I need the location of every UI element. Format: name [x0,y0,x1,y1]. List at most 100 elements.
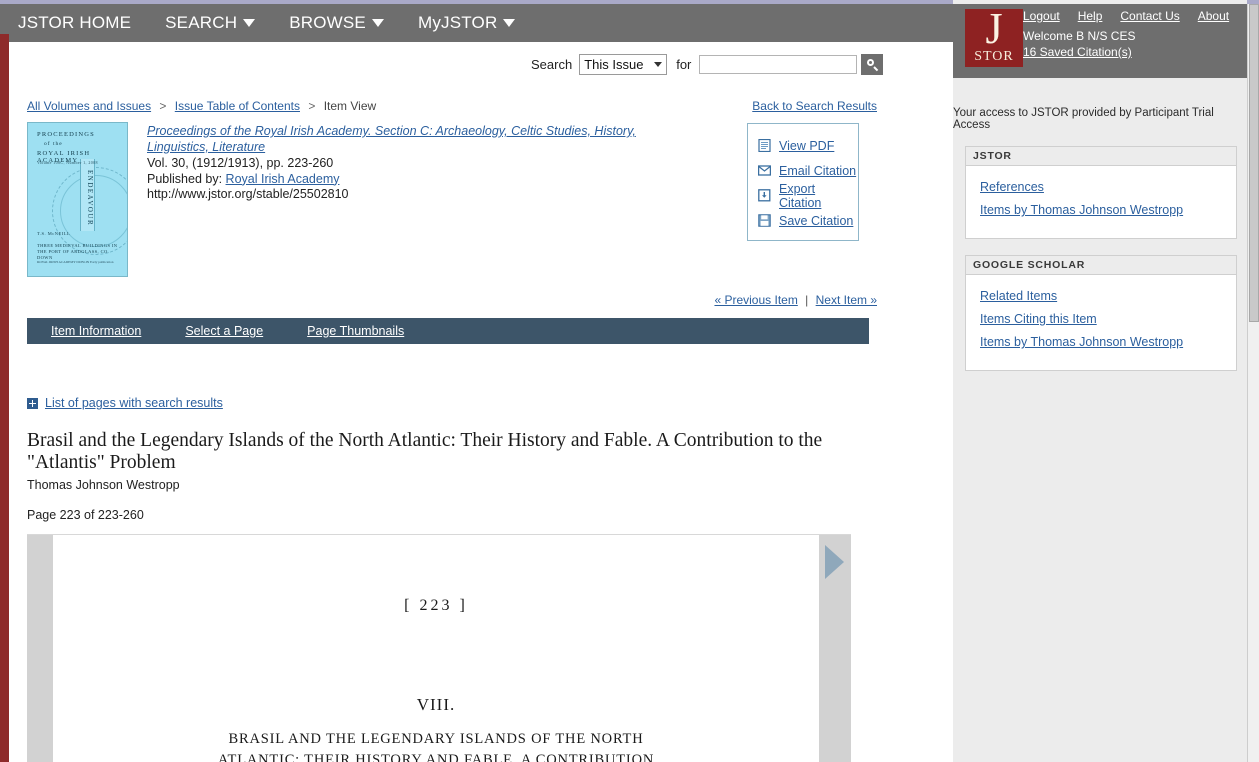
breadcrumb-issue-toc-link[interactable]: Issue Table of Contents [175,99,300,113]
citation-volume-line: Vol. 30, (1912/1913), pp. 223-260 [147,156,334,170]
search-submit-button[interactable] [861,54,884,75]
item-tab-bar: Item Information Select a Page Page Thum… [27,318,869,344]
published-by-label: Published by: [147,171,223,186]
items-citing-this-item-link[interactable]: Items Citing this Item [980,312,1236,326]
jstor-logo[interactable]: J STOR [965,9,1023,67]
panel-google-scholar: GOOGLE SCHOLAR Related Items Items Citin… [965,255,1237,371]
viewer-right-gutter [819,535,851,762]
breadcrumb-separator: > [308,99,316,113]
nav-item-myjstor[interactable]: MyJSTOR [417,13,516,33]
scanned-page-image: [ 223 ] VIII. BRASIL AND THE LEGENDARY I… [53,535,819,762]
related-items-link[interactable]: Related Items [980,289,1236,303]
gs-items-by-author-link[interactable]: Items by Thomas Johnson Westropp [980,335,1236,349]
saved-citations-row: 16 Saved Citation(s) [1023,45,1132,59]
view-pdf-action[interactable]: View PDF [758,133,858,158]
tab-item-information[interactable]: Item Information [51,324,141,338]
panel-google-scholar-heading: GOOGLE SCHOLAR [966,256,1236,275]
nav-item-browse[interactable]: BROWSE [289,13,384,33]
jstor-item-view-page: JSTOR HOME SEARCH BROWSE MyJSTOR Search … [0,0,1259,762]
save-citation-action[interactable]: Save Citation [758,208,858,233]
breadcrumb-current: Item View [323,99,377,113]
floppy-disk-icon [758,214,771,227]
chevron-down-icon [654,62,663,67]
nav-item-jstor-home[interactable]: JSTOR HOME [18,13,131,33]
cover-line-author: T.S. McNEILL [37,231,71,236]
item-nav-divider: | [805,293,809,307]
scan-section-number: VIII. [416,695,456,714]
citation-stable-url: http://www.jstor.org/stable/25502810 [147,187,349,201]
logout-link[interactable]: Logout [1023,9,1060,23]
view-pdf-label: View PDF [779,138,835,153]
journal-title-link[interactable]: Proceedings of the Royal Irish Academy. … [147,124,647,155]
next-item-link[interactable]: Next Item » [816,293,877,307]
cover-banner-text: ENDEAVOUR [80,159,95,231]
email-citation-label: Email Citation [779,163,857,178]
email-citation-action[interactable]: Email Citation [758,158,858,183]
saved-citations-link[interactable]: 16 Saved Citation(s) [1023,45,1132,59]
search-scope-value: This Issue [584,57,644,72]
chevron-down-icon [243,19,256,27]
nav-label: SEARCH [165,13,238,32]
publisher-link[interactable]: Royal Irish Academy [226,172,340,186]
main-content-column: Search This Issue for All Volumes and Is… [9,42,953,762]
cover-line-footer: ROYAL IRISH ACADEMY DUBLIN Early publica… [37,260,114,264]
tab-select-a-page[interactable]: Select a Page [185,324,263,338]
sidebar-account-links: Logout Help Contact Us About [1023,9,1229,23]
scrollbar-thumb[interactable] [1249,4,1259,322]
tab-page-thumbnails[interactable]: Page Thumbnails [307,324,404,338]
about-link[interactable]: About [1198,9,1229,23]
left-maroon-rail [0,34,9,762]
chevron-down-icon [371,19,384,27]
page-scan-viewer: [ 223 ] VIII. BRASIL AND THE LEGENDARY I… [27,534,851,762]
panel-jstor: JSTOR References Items by Thomas Johnson… [965,146,1237,239]
previous-item-link[interactable]: « Previous Item [714,293,797,307]
search-input[interactable] [699,55,858,74]
cover-line-proceedings: PROCEEDINGS [37,131,95,138]
article-header: Brasil and the Legendary Islands of the … [27,430,857,522]
nav-label: MyJSTOR [417,13,498,32]
next-page-arrow-icon[interactable] [825,545,844,579]
issue-search-bar: Search This Issue for [9,54,953,75]
chevron-down-icon [503,19,516,27]
panel-jstor-body: References Items by Thomas Johnson Westr… [966,166,1236,238]
journal-cover-thumbnail[interactable]: ENDEAVOUR PROCEEDINGS of the ROYAL IRISH… [27,122,128,277]
search-icon [866,59,879,72]
panel-google-scholar-body: Related Items Items Citing this Item Ite… [966,275,1236,370]
scan-folio-number: [ 223 ] [404,597,468,614]
list-of-pages-label[interactable]: List of pages with search results [45,396,223,410]
expand-plus-icon[interactable] [27,397,38,409]
scan-article-title: BRASIL AND THE LEGENDARY ISLANDS OF THE … [166,729,706,762]
list-of-pages-toggle[interactable]: List of pages with search results [27,396,223,410]
export-citation-action[interactable]: Export Citation [758,182,858,210]
breadcrumb-all-volumes-link[interactable]: All Volumes and Issues [27,99,151,113]
viewer-left-gutter [27,535,53,762]
cover-line-ofthe: of the [44,141,63,147]
scan-title-line-1: BRASIL AND THE LEGENDARY ISLANDS OF THE … [228,731,644,747]
nav-item-search[interactable]: SEARCH [165,13,256,33]
references-link[interactable]: References [980,180,1236,194]
search-for-label: for [676,57,692,72]
nav-label: JSTOR HOME [18,13,132,32]
pdf-document-icon [758,139,771,152]
article-page-range: Page 223 of 223-260 [27,508,144,522]
cover-line-volume: Volume 108C, Number 1, 2008 [37,160,98,165]
sidebar-header: J STOR Logout Help Contact Us About Welc… [953,4,1247,78]
item-navigation: « Previous Item | Next Item » [714,293,877,307]
save-citation-label: Save Citation [779,213,854,228]
right-sidebar: J STOR Logout Help Contact Us About Welc… [953,0,1247,762]
search-label: Search [531,57,573,72]
help-link[interactable]: Help [1078,9,1103,23]
breadcrumb-separator: > [159,99,167,113]
search-scope-select[interactable]: This Issue [579,54,668,75]
page-scrollbar[interactable] [1247,4,1259,762]
back-to-search-results-link[interactable]: Back to Search Results [752,99,877,113]
panel-jstor-heading: JSTOR [966,147,1236,166]
access-notice: Your access to JSTOR provided by Partici… [953,106,1247,132]
export-icon [758,189,771,202]
items-by-author-link[interactable]: Items by Thomas Johnson Westropp [980,203,1236,217]
cover-line-subtitle: THREE MEDIEVAL BUILDINGS IN THE PORT OF … [37,243,118,260]
contact-us-link[interactable]: Contact Us [1120,9,1179,23]
welcome-text: Welcome B N/S CES [1023,29,1136,43]
citation-info-block: Proceedings of the Royal Irish Academy. … [147,124,647,203]
page-title: Brasil and the Legendary Islands of the … [27,430,823,473]
